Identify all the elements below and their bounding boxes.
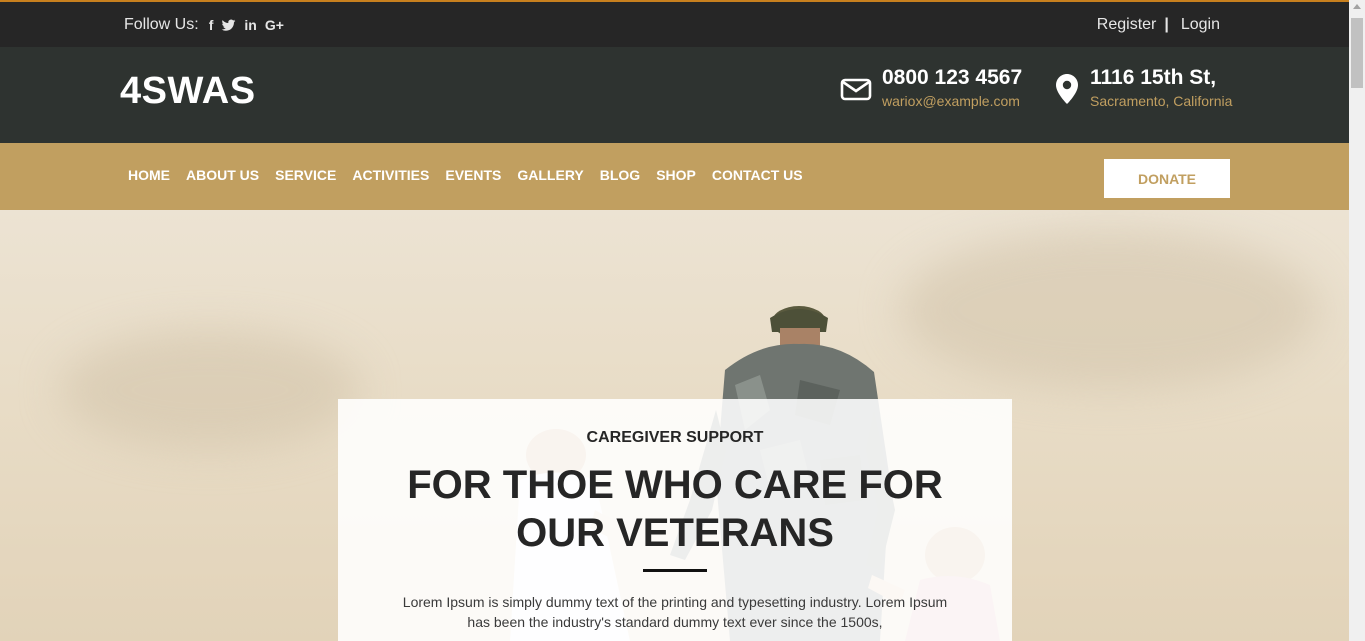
- hero-card: CAREGIVER SUPPORT FOR THOE WHO CARE FOR …: [338, 399, 1012, 641]
- twitter-icon[interactable]: [221, 16, 236, 34]
- city-address: Sacramento, California: [1090, 93, 1233, 109]
- nav-item-activities[interactable]: ACTIVITIES: [344, 167, 437, 183]
- main-nav: HOME ABOUT US SERVICE ACTIVITIES EVENTS …: [0, 143, 1349, 210]
- phone-number[interactable]: 0800 123 4567: [882, 65, 1022, 91]
- nav-item-gallery[interactable]: GALLERY: [509, 167, 591, 183]
- nav-item-contact-us[interactable]: CONTACT US: [704, 167, 811, 183]
- nav-item-events[interactable]: EVENTS: [437, 167, 509, 183]
- auth-separator: |: [1164, 16, 1169, 33]
- phone-contact: 0800 123 4567 wariox@example.com: [840, 65, 1022, 111]
- scroll-up-arrow-icon[interactable]: [1353, 4, 1361, 9]
- linkedin-icon[interactable]: in: [244, 16, 256, 34]
- follow-us-label: Follow Us:: [124, 16, 199, 33]
- hero-banner: CAREGIVER SUPPORT FOR THOE WHO CARE FOR …: [0, 210, 1349, 641]
- donate-button[interactable]: DONATE: [1104, 159, 1230, 198]
- envelope-icon: [840, 73, 872, 105]
- address-contact: 1116 15th St, Sacramento, California: [1054, 65, 1232, 111]
- nav-item-about-us[interactable]: ABOUT US: [178, 167, 267, 183]
- top-bar: Follow Us: f in G+ Register | Login: [0, 0, 1349, 47]
- street-address: 1116 15th St,: [1090, 66, 1217, 89]
- nav-item-blog[interactable]: BLOG: [592, 167, 648, 183]
- facebook-icon[interactable]: f: [209, 16, 214, 34]
- site-logo[interactable]: 4SWAS: [120, 70, 256, 113]
- vertical-scrollbar[interactable]: [1349, 0, 1365, 641]
- hero-title: FOR THOE WHO CARE FOR OUR VETERANS: [407, 463, 943, 555]
- nav-item-service[interactable]: SERVICE: [267, 167, 344, 183]
- nav-item-shop[interactable]: SHOP: [648, 167, 704, 183]
- site-header: 4SWAS 0800 123 4567 wariox@example.com 1…: [0, 47, 1349, 143]
- auth-links: Register | Login: [1097, 16, 1220, 34]
- google-plus-icon[interactable]: G+: [265, 16, 284, 34]
- title-divider: [643, 569, 707, 572]
- login-link[interactable]: Login: [1181, 16, 1220, 34]
- scrollbar-thumb[interactable]: [1351, 18, 1363, 88]
- hero-kicker: CAREGIVER SUPPORT: [586, 429, 764, 446]
- map-pin-icon: [1054, 73, 1080, 105]
- nav-item-home[interactable]: HOME: [120, 167, 178, 183]
- register-link[interactable]: Register: [1097, 16, 1157, 34]
- email-address[interactable]: wariox@example.com: [882, 91, 1022, 111]
- follow-us: Follow Us: f in G+: [124, 16, 292, 34]
- hero-body: Lorem Ipsum is simply dummy text of the …: [402, 594, 948, 630]
